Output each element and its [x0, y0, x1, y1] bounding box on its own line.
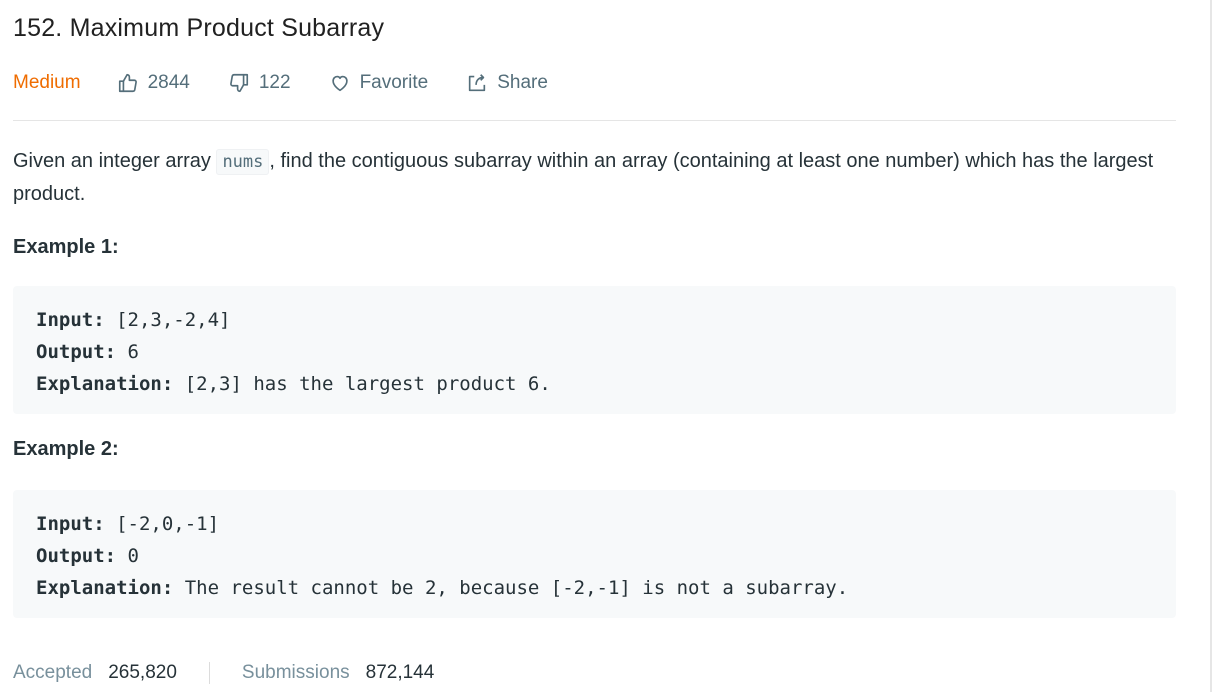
favorite-button[interactable]: Favorite	[329, 72, 429, 94]
example-1-explanation-line: Explanation: [2,3] has the largest produ…	[36, 368, 1176, 400]
share-icon	[469, 74, 486, 92]
favorite-label: Favorite	[359, 72, 429, 93]
example-1-code-block: Input: [2,3,-2,4] Output: 6 Explanation:…	[13, 286, 1176, 414]
example-2-heading: Example 2:	[13, 438, 119, 460]
difficulty-label: Medium	[13, 72, 81, 93]
explanation-label: Explanation:	[36, 373, 174, 395]
input-value: [-2,0,-1]	[104, 513, 220, 535]
explanation-value: [2,3] has the largest product 6.	[173, 373, 551, 395]
explanation-label: Explanation:	[36, 577, 174, 599]
problem-description: Given an integer array nums, find the co…	[13, 145, 1173, 210]
submissions-count: 872,144	[365, 662, 435, 683]
output-label: Output:	[36, 341, 117, 363]
submissions-label: Submissions	[241, 662, 350, 683]
example-1-heading: Example 1:	[13, 236, 119, 258]
output-value: 0	[116, 545, 139, 567]
input-label: Input:	[36, 513, 105, 535]
input-label: Input:	[36, 309, 105, 331]
description-text-before: Given an integer array	[13, 150, 217, 172]
accepted-label: Accepted	[13, 662, 93, 683]
problem-meta-bar: Medium 2844 122 Favorite Share	[13, 68, 586, 98]
example-1-output-line: Output: 6	[36, 336, 1176, 368]
example-1-input-line: Input: [2,3,-2,4]	[36, 304, 1176, 336]
thumbs-up-icon	[118, 73, 137, 93]
dislike-button[interactable]: 122	[228, 72, 291, 94]
like-button[interactable]: 2844	[117, 72, 190, 94]
heart-icon	[331, 75, 348, 92]
output-value: 6	[116, 341, 139, 363]
dislike-count: 122	[258, 72, 291, 93]
output-label: Output:	[36, 545, 117, 567]
example-2-explanation-line: Explanation: The result cannot be 2, bec…	[36, 572, 1176, 604]
example-2-input-line: Input: [-2,0,-1]	[36, 508, 1176, 540]
share-button[interactable]: Share	[466, 72, 548, 94]
stats-separator	[208, 662, 210, 684]
explanation-value: The result cannot be 2, because [-2,-1] …	[173, 577, 849, 599]
share-label: Share	[497, 72, 548, 93]
input-value: [2,3,-2,4]	[104, 309, 231, 331]
header-divider	[13, 120, 1176, 121]
like-count: 2844	[147, 72, 190, 93]
inline-code-nums: nums	[216, 149, 270, 175]
accepted-count: 265,820	[108, 662, 177, 683]
example-2-code-block: Input: [-2,0,-1] Output: 0 Explanation: …	[13, 490, 1176, 618]
thumbs-down-icon	[229, 73, 248, 93]
problem-title: 152. Maximum Product Subarray	[13, 14, 385, 42]
example-2-output-line: Output: 0	[36, 540, 1176, 572]
submission-stats: Accepted 265,820 Submissions 872,144	[13, 658, 434, 688]
